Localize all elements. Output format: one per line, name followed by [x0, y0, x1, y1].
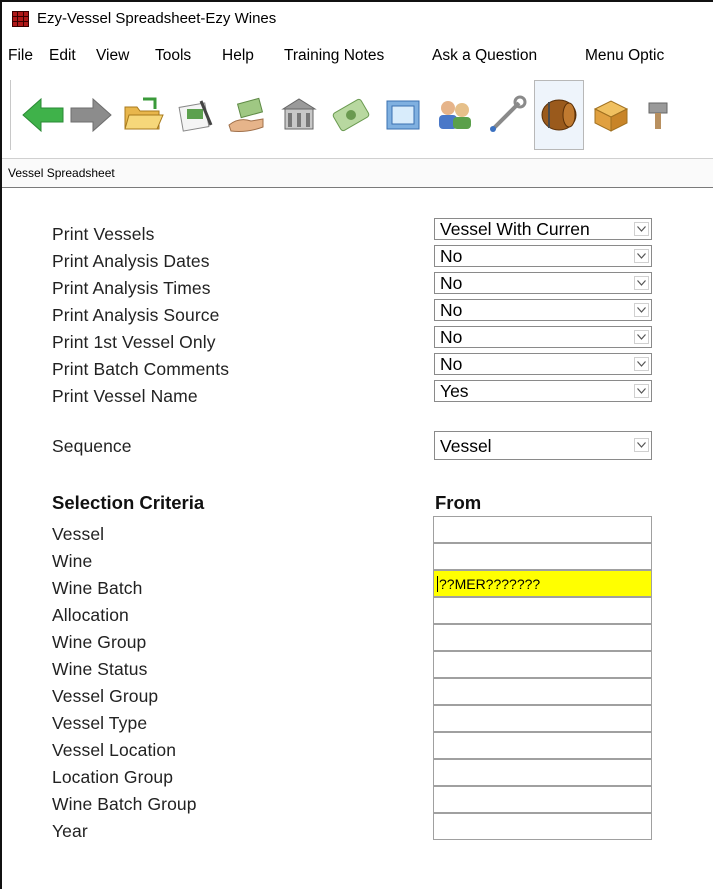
criteria-vessel-group-label: Vessel Group — [52, 686, 159, 706]
window-title: Ezy-Vessel Spreadsheet-Ezy Wines — [37, 10, 277, 27]
vessel-group-from-field[interactable] — [433, 678, 652, 705]
banknote-icon[interactable] — [326, 80, 376, 150]
print-vessel-name-label: Print Vessel Name — [52, 386, 198, 406]
chevron-down-icon[interactable] — [634, 438, 649, 452]
field-value: ??MER??????? — [439, 576, 541, 592]
location-group-from-field[interactable] — [433, 759, 652, 786]
print-batch-comments-select[interactable]: No — [434, 353, 652, 375]
chevron-down-icon[interactable] — [634, 249, 649, 263]
criteria-year-label: Year — [52, 821, 88, 841]
title-bar: Ezy-Vessel Spreadsheet-Ezy Wines — [2, 2, 713, 38]
wine-group-from-field[interactable] — [433, 624, 652, 651]
menu-tools[interactable]: Tools — [155, 47, 191, 65]
chevron-down-icon[interactable] — [634, 330, 649, 344]
menu-menu-options[interactable]: Menu Optic — [585, 47, 664, 65]
select-value: Vessel With Curren — [440, 219, 590, 239]
menu-bar: File Edit View Tools Help Training Notes… — [2, 47, 713, 73]
menu-view[interactable]: View — [96, 47, 129, 65]
from-heading: From — [435, 492, 482, 513]
print-1st-vessel-only-select[interactable]: No — [434, 326, 652, 348]
print-analysis-times-label: Print Analysis Times — [52, 278, 211, 298]
vessel-from-field[interactable] — [433, 516, 652, 543]
select-value: No — [440, 354, 463, 374]
menu-training-notes[interactable]: Training Notes — [284, 47, 384, 65]
back-arrow-icon[interactable] — [18, 80, 68, 150]
criteria-vessel-type-label: Vessel Type — [52, 713, 148, 733]
chevron-down-icon[interactable] — [634, 222, 649, 236]
stamp-icon[interactable] — [378, 80, 428, 150]
menu-ask-a-question[interactable]: Ask a Question — [432, 47, 537, 65]
app-logo-icon — [12, 11, 29, 27]
barrel-icon[interactable] — [534, 80, 584, 150]
select-value: No — [440, 273, 463, 293]
criteria-wine-status-label: Wine Status — [52, 659, 148, 679]
tab-vessel-spreadsheet[interactable]: Vessel Spreadsheet — [8, 166, 115, 180]
criteria-vessel-label: Vessel — [52, 524, 105, 544]
menu-help[interactable]: Help — [222, 47, 254, 65]
selection-criteria-heading: Selection Criteria — [52, 492, 205, 513]
chevron-down-icon[interactable] — [634, 357, 649, 371]
caret — [437, 576, 438, 592]
print-analysis-source-label: Print Analysis Source — [52, 305, 220, 325]
menu-edit[interactable]: Edit — [49, 47, 76, 65]
year-from-field[interactable] — [433, 813, 652, 840]
criteria-wine-group-label: Wine Group — [52, 632, 147, 652]
wine-status-from-field[interactable] — [433, 651, 652, 678]
select-value: No — [440, 327, 463, 347]
open-folder-icon[interactable] — [118, 80, 168, 150]
wine-from-field[interactable] — [433, 543, 652, 570]
box-icon[interactable] — [586, 80, 636, 150]
vessel-location-from-field[interactable] — [433, 732, 652, 759]
sequence-select[interactable]: Vessel — [434, 431, 652, 460]
chevron-down-icon[interactable] — [634, 303, 649, 317]
criteria-allocation-label: Allocation — [52, 605, 129, 625]
criteria-vessel-location-label: Vessel Location — [52, 740, 177, 760]
criteria-wine-label: Wine — [52, 551, 93, 571]
print-analysis-times-select[interactable]: No — [434, 272, 652, 294]
wrench-icon[interactable] — [482, 80, 532, 150]
print-analysis-dates-select[interactable]: No — [434, 245, 652, 267]
forward-arrow-icon[interactable] — [66, 80, 116, 150]
select-value: No — [440, 300, 463, 320]
wine-batch-from-field[interactable]: ??MER??????? — [433, 570, 652, 597]
select-value: No — [440, 246, 463, 266]
app-window: Ezy-Vessel Spreadsheet-Ezy Wines File Ed… — [0, 0, 713, 889]
text-cursor: ??MER??????? — [437, 576, 540, 592]
tab-bar: Vessel Spreadsheet — [2, 158, 713, 188]
print-batch-comments-label: Print Batch Comments — [52, 359, 230, 379]
print-vessels-label: Print Vessels — [52, 224, 155, 244]
criteria-wine-batch-label: Wine Batch — [52, 578, 143, 598]
menu-file[interactable]: File — [8, 47, 33, 65]
select-value: Yes — [440, 381, 469, 401]
sequence-label: Sequence — [52, 436, 132, 456]
chevron-down-icon[interactable] — [634, 276, 649, 290]
print-vessel-name-select[interactable]: Yes — [434, 380, 652, 402]
pen-document-icon[interactable] — [170, 80, 220, 150]
chevron-down-icon[interactable] — [634, 384, 649, 398]
select-value: Vessel — [440, 436, 492, 456]
hand-money-icon[interactable] — [222, 80, 272, 150]
tool-icon[interactable] — [638, 80, 688, 150]
print-analysis-dates-label: Print Analysis Dates — [52, 251, 210, 271]
print-vessels-select[interactable]: Vessel With Curren — [434, 218, 652, 240]
building-icon[interactable] — [274, 80, 324, 150]
print-1st-vessel-only-label: Print 1st Vessel Only — [52, 332, 216, 352]
allocation-from-field[interactable] — [433, 597, 652, 624]
toolbar — [10, 80, 713, 152]
print-analysis-source-select[interactable]: No — [434, 299, 652, 321]
criteria-location-group-label: Location Group — [52, 767, 174, 787]
wine-batch-group-from-field[interactable] — [433, 786, 652, 813]
vessel-type-from-field[interactable] — [433, 705, 652, 732]
people-icon[interactable] — [430, 80, 480, 150]
criteria-wine-batch-group-label: Wine Batch Group — [52, 794, 197, 814]
